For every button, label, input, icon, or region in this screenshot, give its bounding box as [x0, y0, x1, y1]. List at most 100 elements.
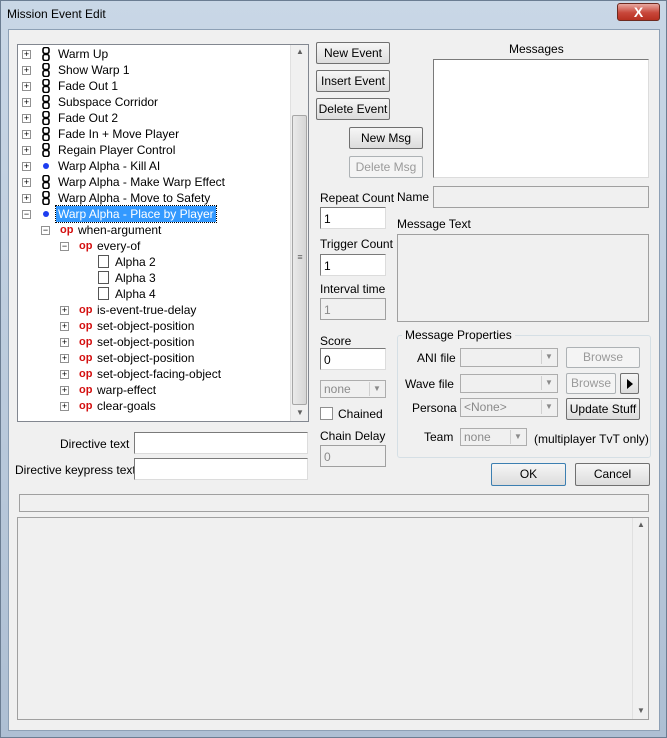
sexp-argument[interactable]: Alpha 2: [18, 254, 288, 270]
ani-file-combo[interactable]: ▼: [460, 348, 558, 367]
chained-checkbox[interactable]: [320, 407, 333, 420]
message-text-label: Message Text: [397, 217, 471, 231]
insert-event-button[interactable]: Insert Event: [316, 70, 390, 92]
trigger-count-input[interactable]: 1: [320, 254, 386, 276]
team-select[interactable]: none ▼: [460, 428, 527, 446]
op-icon: op: [79, 304, 93, 316]
expand-icon[interactable]: +: [22, 98, 31, 107]
sexp-argument[interactable]: Alpha 4: [18, 286, 288, 302]
update-stuff-button[interactable]: Update Stuff: [566, 398, 640, 420]
help-scrollbar[interactable]: ▲ ▼: [632, 518, 648, 719]
directive-keypress-input[interactable]: [134, 458, 308, 480]
wave-file-label: Wave file: [405, 377, 454, 391]
play-icon: [627, 379, 633, 389]
expand-icon[interactable]: +: [22, 66, 31, 75]
message-text-area[interactable]: [397, 234, 649, 322]
collapse-icon[interactable]: −: [22, 210, 31, 219]
interval-time-input[interactable]: 1: [320, 298, 386, 320]
event-tree-item[interactable]: + Warp Alpha - Kill AI: [18, 158, 288, 174]
dialog-client-area: ▲ ≡ ▼ + Warm Up + Show Warp 1 + Fade Out 1 + Su…: [8, 29, 660, 731]
sexp-operator[interactable]: + op set-object-facing-object: [18, 366, 288, 382]
expand-icon[interactable]: +: [22, 194, 31, 203]
sexp-operator[interactable]: + op set-object-position: [18, 334, 288, 350]
collapse-icon[interactable]: −: [41, 226, 50, 235]
expand-icon[interactable]: +: [22, 82, 31, 91]
expand-icon[interactable]: +: [22, 114, 31, 123]
ok-button[interactable]: OK: [491, 463, 566, 486]
event-tree-item[interactable]: + Warp Alpha - Make Warp Effect: [18, 174, 288, 190]
event-tree-item[interactable]: + Warm Up: [18, 46, 288, 62]
delete-msg-button[interactable]: Delete Msg: [349, 156, 423, 178]
messages-list[interactable]: [433, 59, 649, 178]
directive-text-input[interactable]: [134, 432, 308, 454]
event-tree-item[interactable]: + Warp Alpha - Move to Safety: [18, 190, 288, 206]
event-label: Subspace Corridor: [58, 95, 159, 109]
team-combo[interactable]: none ▼: [320, 380, 386, 398]
expand-icon[interactable]: +: [22, 130, 31, 139]
sexp-operator[interactable]: + op set-object-position: [18, 318, 288, 334]
scroll-up-icon[interactable]: ▲: [634, 520, 648, 529]
event-tree-item[interactable]: + Show Warp 1: [18, 62, 288, 78]
event-tree-item[interactable]: + Fade Out 2: [18, 110, 288, 126]
sexp-operator-label: set-object-facing-object: [97, 367, 222, 381]
sexp-argument[interactable]: Alpha 3: [18, 270, 288, 286]
persona-combo[interactable]: <None> ▼: [460, 398, 558, 417]
scroll-down-icon[interactable]: ▼: [634, 706, 648, 715]
name-input[interactable]: [433, 186, 649, 208]
close-button[interactable]: X: [617, 3, 660, 21]
trigger-count-label: Trigger Count: [320, 237, 393, 251]
chained-label: Chained: [338, 407, 383, 421]
op-icon: op: [79, 368, 93, 380]
event-tree-item[interactable]: − Warp Alpha - Place by Player: [18, 205, 288, 223]
repeat-count-input[interactable]: 1: [320, 207, 386, 229]
sexp-operator[interactable]: + op is-event-true-delay: [18, 302, 288, 318]
new-msg-button[interactable]: New Msg: [349, 127, 423, 149]
delete-event-button[interactable]: Delete Event: [316, 98, 390, 120]
expand-icon[interactable]: +: [22, 178, 31, 187]
collapse-icon[interactable]: −: [60, 242, 69, 251]
wave-file-combo[interactable]: ▼: [460, 374, 558, 393]
sexp-operator-label: set-object-position: [97, 319, 195, 333]
sexp-when-argument[interactable]: − op when-argument: [18, 222, 288, 238]
cancel-button[interactable]: Cancel: [575, 463, 650, 486]
tree-scrollbar[interactable]: ▲ ≡ ▼: [290, 45, 308, 421]
persona-combo-value: <None>: [464, 400, 507, 414]
sexp-every-of[interactable]: − op every-of: [18, 238, 288, 254]
title-bar[interactable]: Mission Event Edit X: [1, 1, 666, 27]
scroll-up-icon[interactable]: ▲: [293, 47, 307, 56]
expand-icon[interactable]: +: [60, 386, 69, 395]
browse-ani-button[interactable]: Browse: [566, 347, 640, 368]
event-tree-item[interactable]: + Subspace Corridor: [18, 94, 288, 110]
expand-icon[interactable]: +: [22, 50, 31, 59]
expand-icon[interactable]: +: [60, 402, 69, 411]
scroll-down-icon[interactable]: ▼: [293, 408, 307, 417]
sexp-operator[interactable]: + op warp-effect: [18, 382, 288, 398]
expand-icon[interactable]: +: [22, 146, 31, 155]
event-label: Fade In + Move Player: [58, 127, 180, 141]
event-label: Warm Up: [58, 47, 109, 61]
score-label: Score: [320, 334, 352, 348]
chain-icon: [42, 174, 50, 190]
event-tree[interactable]: ▲ ≡ ▼ + Warm Up + Show Warp 1 + Fade Out 1 + Su…: [17, 44, 309, 422]
event-tree-item[interactable]: + Fade Out 1: [18, 78, 288, 94]
team-note: (multiplayer TvT only): [534, 432, 649, 446]
score-value: 0: [324, 353, 331, 367]
event-tree-item[interactable]: + Regain Player Control: [18, 142, 288, 158]
expand-icon[interactable]: +: [22, 162, 31, 171]
sexp-operator[interactable]: + op clear-goals: [18, 398, 288, 414]
play-button[interactable]: [620, 373, 639, 394]
event-tree-item[interactable]: + Fade In + Move Player: [18, 126, 288, 142]
score-input[interactable]: 0: [320, 348, 386, 370]
chain-delay-input[interactable]: 0: [320, 445, 386, 467]
expand-icon[interactable]: +: [60, 306, 69, 315]
op-icon: op: [79, 240, 93, 252]
expand-icon[interactable]: +: [60, 338, 69, 347]
sexp-operator[interactable]: + op set-object-position: [18, 350, 288, 366]
browse-wave-button[interactable]: Browse: [566, 373, 616, 394]
scroll-grip-icon: ≡: [297, 252, 303, 262]
new-event-button[interactable]: New Event: [316, 42, 390, 64]
expand-icon[interactable]: +: [60, 354, 69, 363]
chain-icon: [42, 110, 50, 126]
expand-icon[interactable]: +: [60, 370, 69, 379]
expand-icon[interactable]: +: [60, 322, 69, 331]
